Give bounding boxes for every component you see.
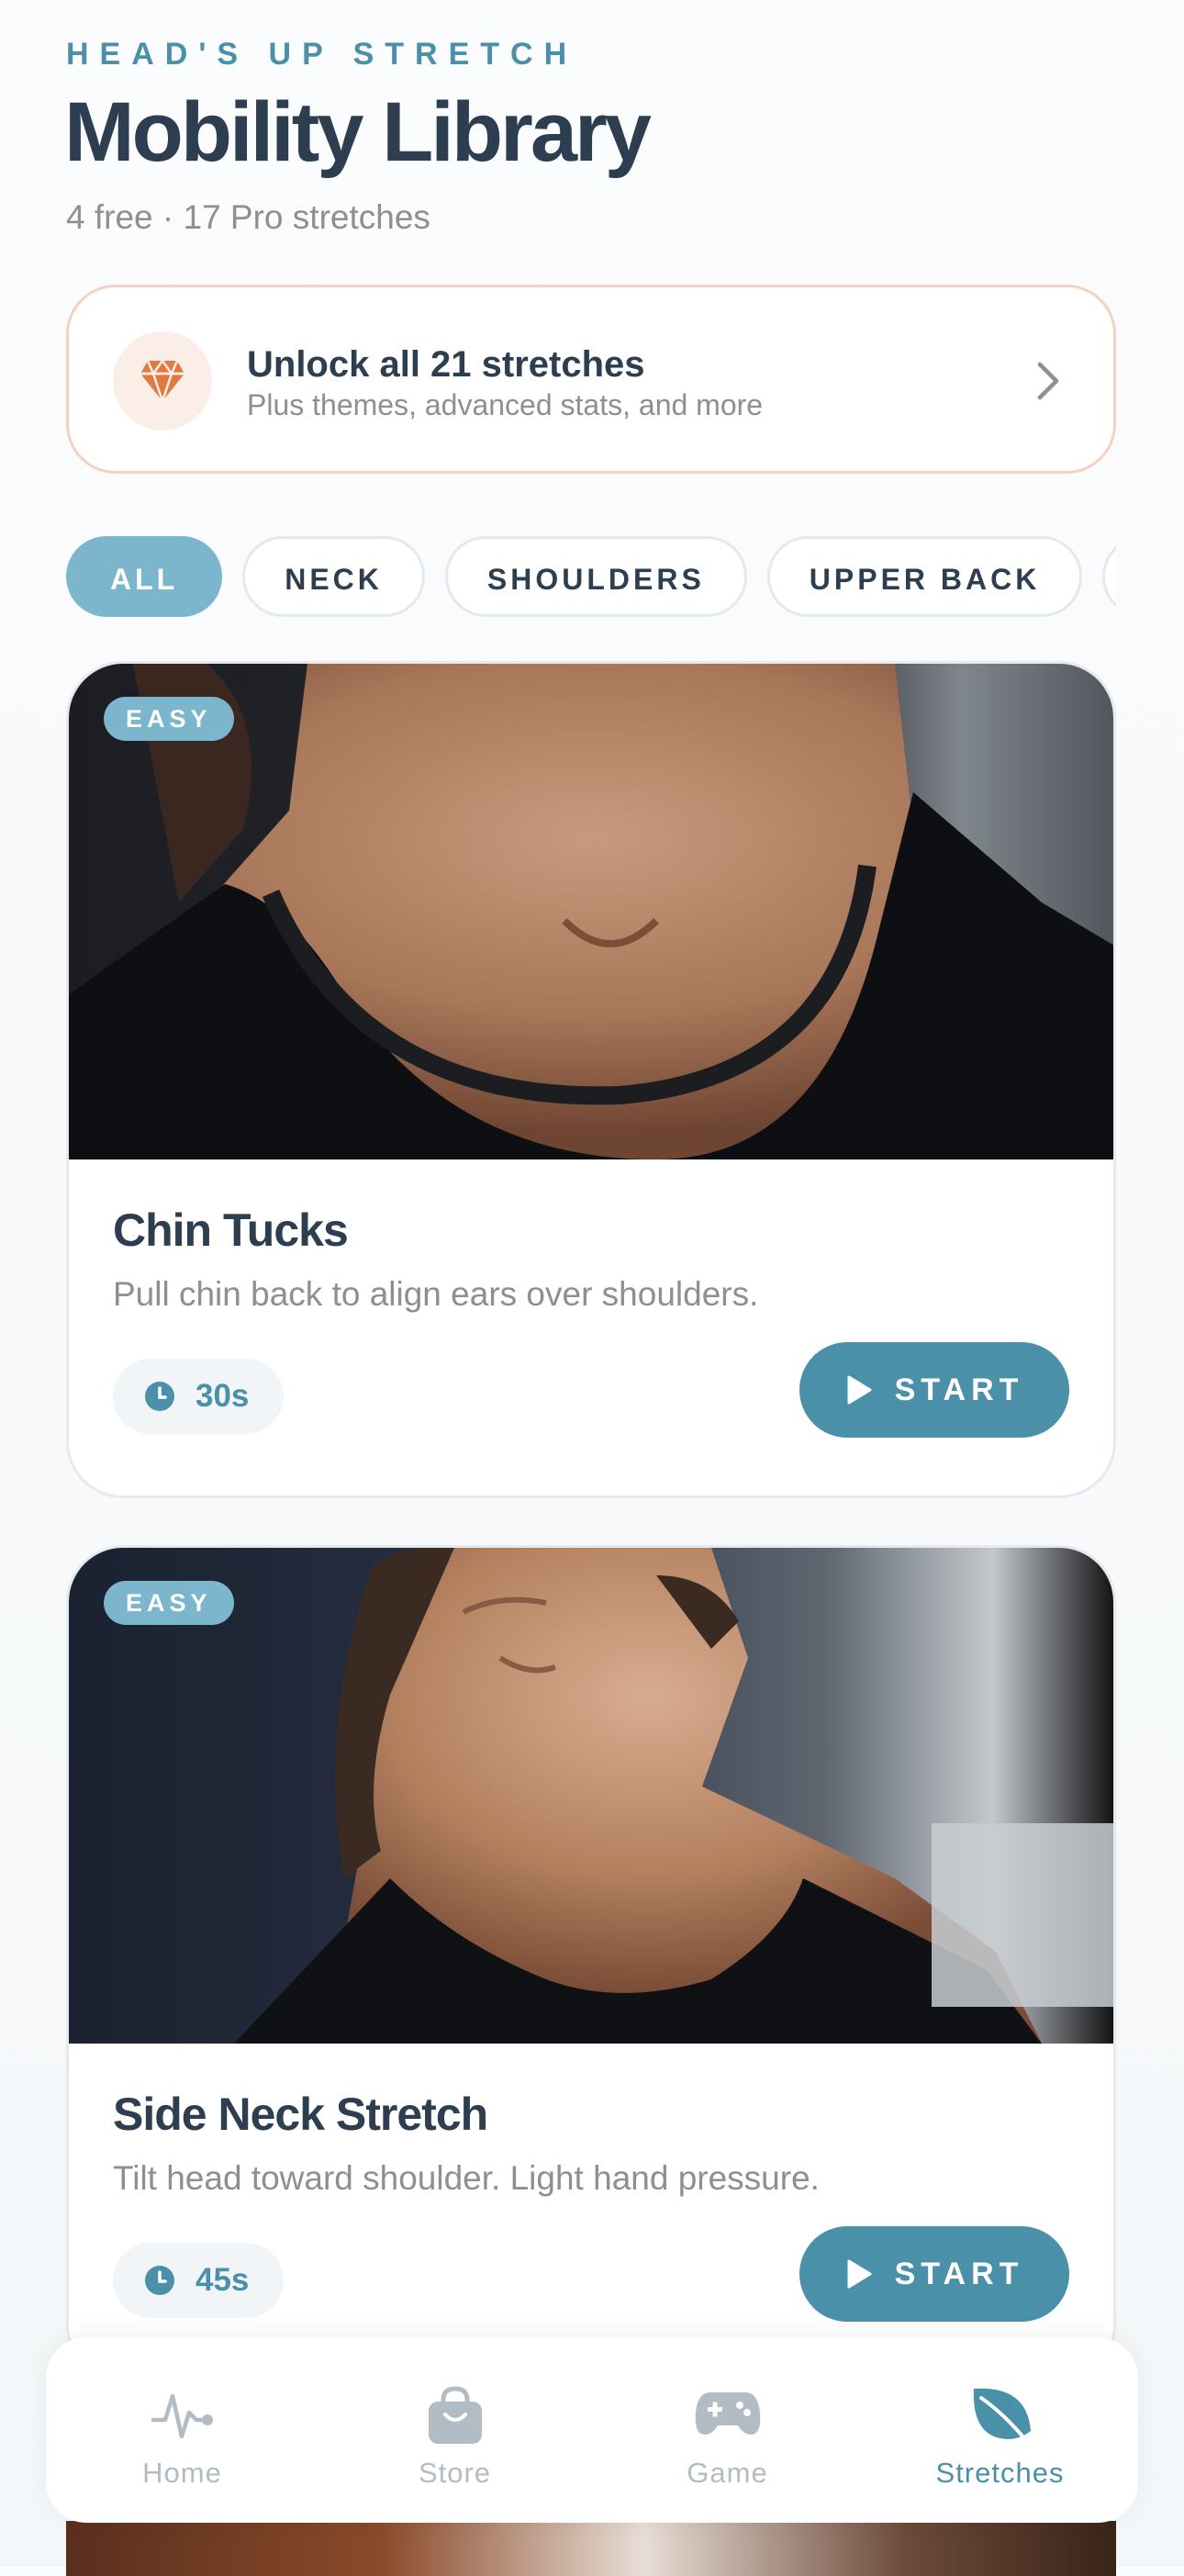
diamond-icon [113,331,212,431]
filter-chip-neck[interactable]: NECK [242,536,425,617]
tab-store[interactable]: Store [318,2337,591,2523]
stretch-photo: EASY [69,664,1113,1159]
category-filter: ALL NECK SHOULDERS UPPER BACK [66,536,1116,621]
duration-value: 30s [195,1378,250,1414]
tab-game[interactable]: Game [591,2337,864,2523]
tab-bar: Home Store Game Stretches [46,2337,1138,2523]
shopping-bag-icon [318,2385,591,2446]
play-icon [845,2258,873,2290]
stretch-photo: EASY [69,1548,1113,2044]
tab-label: Game [687,2457,768,2489]
stretch-title: Chin Tucks [113,1204,349,1256]
filter-chip-more[interactable] [1102,536,1116,617]
filter-chip-all[interactable]: ALL [66,536,223,617]
leaf-icon [864,2385,1136,2446]
next-card-peek [66,2521,1116,2576]
clock-icon [144,2265,175,2296]
stretch-description: Pull chin back to align ears over should… [113,1275,759,1313]
page-title: Mobility Library [64,85,652,179]
clock-icon [144,1381,175,1412]
tab-stretches[interactable]: Stretches [864,2337,1136,2523]
gamepad-icon [591,2385,864,2446]
difficulty-badge: EASY [104,697,234,741]
upgrade-subtitle: Plus themes, advanced stats, and more [247,388,764,421]
stretch-description: Tilt head toward shoulder. Light hand pr… [113,2159,820,2197]
stretch-title: Side Neck Stretch [113,2089,488,2140]
stretch-card[interactable]: EASY Side Neck Stretch Tilt head toward … [66,1545,1116,2382]
eyebrow-label: HEAD'S UP STRETCH [66,37,578,72]
upgrade-title: Unlock all 21 stretches [247,344,645,385]
start-button[interactable]: START [799,1342,1069,1438]
play-icon [845,1374,873,1406]
filter-chip-upper-back[interactable]: UPPER BACK [766,536,1083,617]
duration-pill: 30s [113,1359,284,1434]
start-label: START [894,2256,1024,2291]
stretch-card[interactable]: EASY Chin Tucks Pull chin back to align … [66,661,1116,1498]
tab-label: Store [418,2457,492,2489]
duration-value: 45s [195,2262,250,2298]
filter-chip-shoulders[interactable]: SHOULDERS [444,536,747,617]
start-label: START [894,1372,1024,1407]
upgrade-banner[interactable]: Unlock all 21 stretches Plus themes, adv… [66,285,1116,474]
tab-label: Home [142,2457,222,2489]
tab-label: Stretches [935,2457,1065,2489]
difficulty-badge: EASY [104,1581,234,1625]
start-button[interactable]: START [799,2226,1069,2322]
duration-pill: 45s [113,2243,284,2318]
tab-home[interactable]: Home [46,2337,318,2523]
page-subtitle: 4 free · 17 Pro stretches [66,198,430,236]
activity-icon [46,2385,318,2446]
chevron-right-icon [1034,361,1062,406]
